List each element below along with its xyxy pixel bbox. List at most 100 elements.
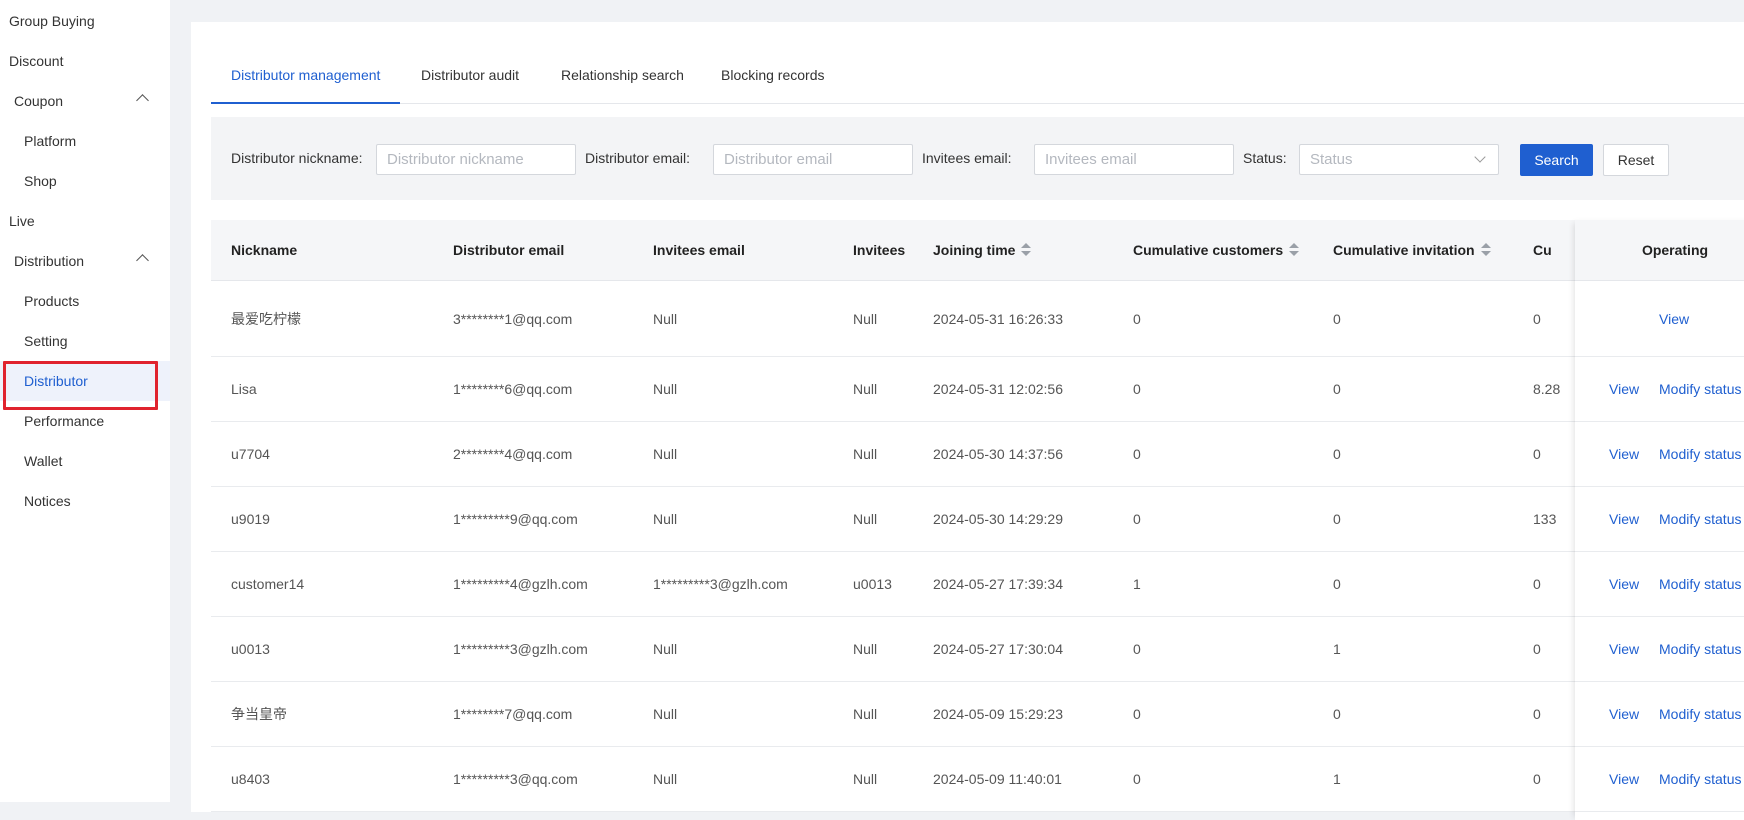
sort-icon[interactable] <box>1021 243 1032 257</box>
table-row: 争当皇帝 1********7@qq.com Null Null 2024-05… <box>211 682 1744 747</box>
sidebar-item-label: Shop <box>24 173 57 189</box>
cell-joining-time: 2024-05-30 14:37:56 <box>933 446 1063 462</box>
operating-cell: View Modify status <box>1575 357 1744 422</box>
sidebar-item-coupon[interactable]: Coupon <box>0 81 170 121</box>
sidebar-item-products[interactable]: Products <box>0 281 170 321</box>
cell-joining-time: 2024-05-09 15:29:23 <box>933 706 1063 722</box>
status-select[interactable]: Status <box>1299 144 1499 175</box>
filter-bar: Distributor nickname: Distributor email:… <box>211 117 1744 200</box>
sidebar-item-label: Performance <box>24 413 105 429</box>
cell-email: 1*********4@gzlh.com <box>453 576 588 592</box>
column-cumulative-customers[interactable]: Cumulative customers <box>1133 220 1300 281</box>
sidebar-item-distribution[interactable]: Distribution <box>0 241 170 281</box>
cell-invitees-email: Null <box>653 771 678 787</box>
cell-nickname: u9019 <box>231 511 270 527</box>
view-link[interactable]: View <box>1609 422 1639 487</box>
cell-email: 1********6@qq.com <box>453 381 573 397</box>
cell-invitees-email: Null <box>653 446 678 462</box>
cell-nickname: 争当皇帝 <box>231 706 287 722</box>
cell-invitation: 0 <box>1333 706 1341 722</box>
sidebar-item-label: Distributor <box>24 373 88 389</box>
sidebar-item-platform[interactable]: Platform <box>0 121 170 161</box>
view-link[interactable]: View <box>1609 682 1639 747</box>
operating-cell: View Modify status <box>1575 422 1744 487</box>
tab-relationship-search[interactable]: Relationship search <box>541 52 704 104</box>
cell-invitees: Null <box>853 446 878 462</box>
table-row: u9019 1*********9@qq.com Null Null 2024-… <box>211 487 1744 552</box>
modify-status-link[interactable]: Modify status <box>1659 422 1741 487</box>
sidebar-item-discount[interactable]: Discount <box>0 41 170 81</box>
sidebar-item-label: Platform <box>24 133 77 149</box>
operating-cell: View Modify status <box>1575 552 1744 617</box>
column-invitees-email: Invitees email <box>653 242 745 258</box>
sidebar-item-label: Group Buying <box>9 13 95 29</box>
column-joining-time[interactable]: Joining time <box>933 220 1032 281</box>
view-link[interactable]: View <box>1609 617 1639 682</box>
view-link[interactable]: View <box>1609 552 1639 617</box>
operating-column: Operating View View Modify status View M… <box>1575 220 1744 820</box>
sort-icon[interactable] <box>1480 243 1491 257</box>
sidebar-item-group-buying[interactable]: Group Buying <box>0 1 170 41</box>
modify-status-link[interactable]: Modify status <box>1659 487 1741 552</box>
cell-nickname: u7704 <box>231 446 270 462</box>
nickname-label: Distributor nickname: <box>231 150 363 166</box>
invitees-email-input[interactable] <box>1034 144 1234 175</box>
search-button[interactable]: Search <box>1520 144 1593 176</box>
nickname-input[interactable] <box>376 144 576 175</box>
cell-invitation: 1 <box>1333 771 1341 787</box>
view-link[interactable]: View <box>1609 357 1639 422</box>
cell-joining-time: 2024-05-31 12:02:56 <box>933 381 1063 397</box>
cell-nickname: 最爱吃柠檬 <box>231 311 301 327</box>
cell-nickname: customer14 <box>231 576 305 592</box>
sidebar-item-label: Distribution <box>14 253 85 269</box>
modify-status-link[interactable]: Modify status <box>1659 357 1741 422</box>
modify-status-link[interactable]: Modify status <box>1659 682 1741 747</box>
cell-nickname: u0013 <box>231 641 270 657</box>
sidebar-item-performance[interactable]: Performance <box>0 401 170 441</box>
cell-cumulative: 0 <box>1533 771 1541 787</box>
sidebar-item-notices[interactable]: Notices <box>0 481 170 521</box>
cell-invitees-email: Null <box>653 706 678 722</box>
cell-email: 1*********9@qq.com <box>453 511 578 527</box>
cell-customers: 0 <box>1133 381 1141 397</box>
distributor-table: Nickname Distributor email Invitees emai… <box>211 220 1744 820</box>
cell-invitees: u0013 <box>853 576 892 592</box>
email-input[interactable] <box>713 144 913 175</box>
tab-distributor-management[interactable]: Distributor management <box>211 52 401 104</box>
modify-status-link[interactable]: Modify status <box>1659 747 1741 812</box>
sidebar-item-wallet[interactable]: Wallet <box>0 441 170 481</box>
cell-joining-time: 2024-05-09 11:40:01 <box>933 771 1062 787</box>
email-label: Distributor email: <box>585 150 691 166</box>
operating-cell: View Modify status <box>1575 487 1744 552</box>
operating-cell: View <box>1575 281 1744 357</box>
sidebar-item-setting[interactable]: Setting <box>0 321 170 361</box>
sidebar-item-distributor[interactable]: Distributor <box>0 361 170 410</box>
cell-invitees-email: Null <box>653 381 678 397</box>
sidebar-item-label: Notices <box>24 493 71 509</box>
view-link[interactable]: View <box>1609 747 1639 812</box>
cell-invitees: Null <box>853 771 878 787</box>
chevron-up-icon <box>136 254 149 267</box>
cell-customers: 1 <box>1133 576 1141 592</box>
view-link[interactable]: View <box>1659 281 1689 357</box>
cell-customers: 0 <box>1133 311 1141 327</box>
operating-cell: View Modify status <box>1575 747 1744 812</box>
modify-status-link[interactable]: Modify status <box>1659 617 1741 682</box>
cell-cumulative: 0 <box>1533 706 1541 722</box>
column-cumulative-invitation[interactable]: Cumulative invitation <box>1333 220 1491 281</box>
column-label: Cumulative invitation <box>1333 242 1475 258</box>
sidebar-item-label: Wallet <box>24 453 63 469</box>
sidebar-item-shop[interactable]: Shop <box>0 161 170 201</box>
reset-button[interactable]: Reset <box>1603 144 1669 176</box>
invitees-email-label: Invitees email: <box>922 150 1012 166</box>
operating-cell: View Modify status <box>1575 617 1744 682</box>
table-row: u7704 2********4@qq.com Null Null 2024-0… <box>211 422 1744 487</box>
column-distributor-email: Distributor email <box>453 242 565 258</box>
sidebar-item-live[interactable]: Live <box>0 201 170 241</box>
view-link[interactable]: View <box>1609 487 1639 552</box>
column-nickname: Nickname <box>231 242 298 258</box>
sort-icon[interactable] <box>1289 243 1300 257</box>
tab-distributor-audit[interactable]: Distributor audit <box>401 52 539 104</box>
modify-status-link[interactable]: Modify status <box>1659 552 1741 617</box>
tab-blocking-records[interactable]: Blocking records <box>701 52 845 104</box>
